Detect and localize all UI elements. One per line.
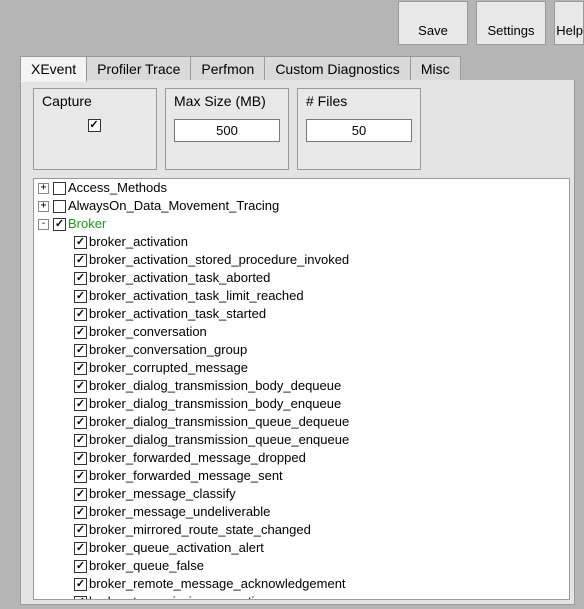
tree-node[interactable]: broker_transmission_exception [34,593,569,600]
files-input[interactable] [306,119,412,142]
tree-checkbox[interactable] [74,254,87,267]
tree-label[interactable]: broker_forwarded_message_sent [89,467,283,485]
tree-node[interactable]: broker_message_classify [34,485,569,503]
tree-checkbox[interactable] [74,578,87,591]
tree-node[interactable]: broker_activation [34,233,569,251]
tab-profiler-trace[interactable]: Profiler Trace [86,56,191,82]
tree-label[interactable]: broker_mirrored_route_state_changed [89,521,311,539]
tree-label[interactable]: AlwaysOn_Data_Movement_Tracing [68,197,279,215]
tree-label[interactable]: broker_dialog_transmission_body_dequeue [89,377,341,395]
tree-label[interactable]: broker_activation_task_aborted [89,269,270,287]
tree-node[interactable]: broker_remote_message_acknowledgement [34,575,569,593]
tree-checkbox[interactable] [53,200,66,213]
settings-button[interactable]: Settings [476,1,546,45]
tree-node[interactable]: broker_dialog_transmission_queue_enqueue [34,431,569,449]
tree-label[interactable]: broker_transmission_exception [89,593,269,600]
tree-label[interactable]: broker_forwarded_message_dropped [89,449,306,467]
tab-xevent[interactable]: XEvent [20,56,87,82]
tree-node[interactable]: broker_activation_stored_procedure_invok… [34,251,569,269]
capture-checkbox[interactable] [88,119,101,132]
tree-checkbox[interactable] [74,236,87,249]
tree-node[interactable]: + Access_Methods [34,179,569,197]
tree-node[interactable]: - Broker [34,215,569,233]
tab-custom-diagnostics[interactable]: Custom Diagnostics [264,56,411,82]
tab-body-xevent: Capture Max Size (MB) # Files + Access_Me… [20,80,575,605]
collapse-icon[interactable]: - [38,219,49,230]
help-button[interactable]: Help [554,1,584,45]
tree-checkbox[interactable] [74,398,87,411]
tree-checkbox[interactable] [74,542,87,555]
tree-node[interactable]: broker_activation_task_started [34,305,569,323]
files-group: # Files [297,88,421,170]
tree-node[interactable]: broker_queue_false [34,557,569,575]
tree-checkbox[interactable] [74,308,87,321]
tree-label[interactable]: broker_activation [89,233,188,251]
tree-label[interactable]: broker_conversation_group [89,341,247,359]
tree-checkbox[interactable] [53,182,66,195]
tree-node[interactable]: broker_dialog_transmission_queue_dequeue [34,413,569,431]
tree-label[interactable]: Access_Methods [68,179,167,197]
tree-checkbox[interactable] [74,452,87,465]
tree-node[interactable]: broker_forwarded_message_dropped [34,449,569,467]
capture-label: Capture [42,93,148,109]
tree-label[interactable]: broker_activation_task_started [89,305,266,323]
tree-checkbox[interactable] [74,488,87,501]
tree-checkbox[interactable] [74,596,87,601]
files-label: # Files [306,93,412,109]
tree-checkbox[interactable] [53,218,66,231]
tree-node[interactable]: broker_conversation_group [34,341,569,359]
tree-label[interactable]: Broker [68,215,106,233]
tree-label[interactable]: broker_dialog_transmission_body_enqueue [89,395,341,413]
maxsize-group: Max Size (MB) [165,88,289,170]
tree-node[interactable]: broker_mirrored_route_state_changed [34,521,569,539]
tree-checkbox[interactable] [74,290,87,303]
tree-checkbox[interactable] [74,524,87,537]
tree-label[interactable]: broker_activation_stored_procedure_invok… [89,251,349,269]
save-button[interactable]: Save [398,1,468,45]
tree-checkbox[interactable] [74,272,87,285]
tree-label[interactable]: broker_message_undeliverable [89,503,270,521]
tree-label[interactable]: broker_message_classify [89,485,236,503]
tree-checkbox[interactable] [74,362,87,375]
tab-strip: XEventProfiler TracePerfmonCustom Diagno… [20,55,575,82]
tree-node[interactable]: broker_corrupted_message [34,359,569,377]
tree-label[interactable]: broker_queue_activation_alert [89,539,264,557]
maxsize-input[interactable] [174,119,280,142]
tree-label[interactable]: broker_queue_false [89,557,204,575]
expand-icon[interactable]: + [38,201,49,212]
tree-label[interactable]: broker_conversation [89,323,207,341]
tree-checkbox[interactable] [74,560,87,573]
maxsize-label: Max Size (MB) [174,93,280,109]
capture-group: Capture [33,88,157,170]
tree-label[interactable]: broker_dialog_transmission_queue_dequeue [89,413,349,431]
tree-node[interactable]: broker_queue_activation_alert [34,539,569,557]
tab-misc[interactable]: Misc [410,56,461,82]
tree-checkbox[interactable] [74,326,87,339]
tree-label[interactable]: broker_activation_task_limit_reached [89,287,304,305]
tree-node[interactable]: broker_dialog_transmission_body_enqueue [34,395,569,413]
tree-node[interactable]: broker_activation_task_limit_reached [34,287,569,305]
tree-node[interactable]: broker_dialog_transmission_body_dequeue [34,377,569,395]
tree-label[interactable]: broker_remote_message_acknowledgement [89,575,346,593]
tree-checkbox[interactable] [74,470,87,483]
tree-node[interactable]: broker_conversation [34,323,569,341]
tree-node[interactable]: broker_message_undeliverable [34,503,569,521]
tree-checkbox[interactable] [74,344,87,357]
tree-checkbox[interactable] [74,416,87,429]
tree-node[interactable]: + AlwaysOn_Data_Movement_Tracing [34,197,569,215]
tree-node[interactable]: broker_forwarded_message_sent [34,467,569,485]
tree-node[interactable]: broker_activation_task_aborted [34,269,569,287]
tab-perfmon[interactable]: Perfmon [190,56,265,82]
tree-checkbox[interactable] [74,434,87,447]
tree-checkbox[interactable] [74,380,87,393]
event-tree[interactable]: + Access_Methods + AlwaysOn_Data_Movement_T… [33,178,570,600]
tree-label[interactable]: broker_corrupted_message [89,359,248,377]
tree-checkbox[interactable] [74,506,87,519]
tree-label[interactable]: broker_dialog_transmission_queue_enqueue [89,431,349,449]
expand-icon[interactable]: + [38,183,49,194]
